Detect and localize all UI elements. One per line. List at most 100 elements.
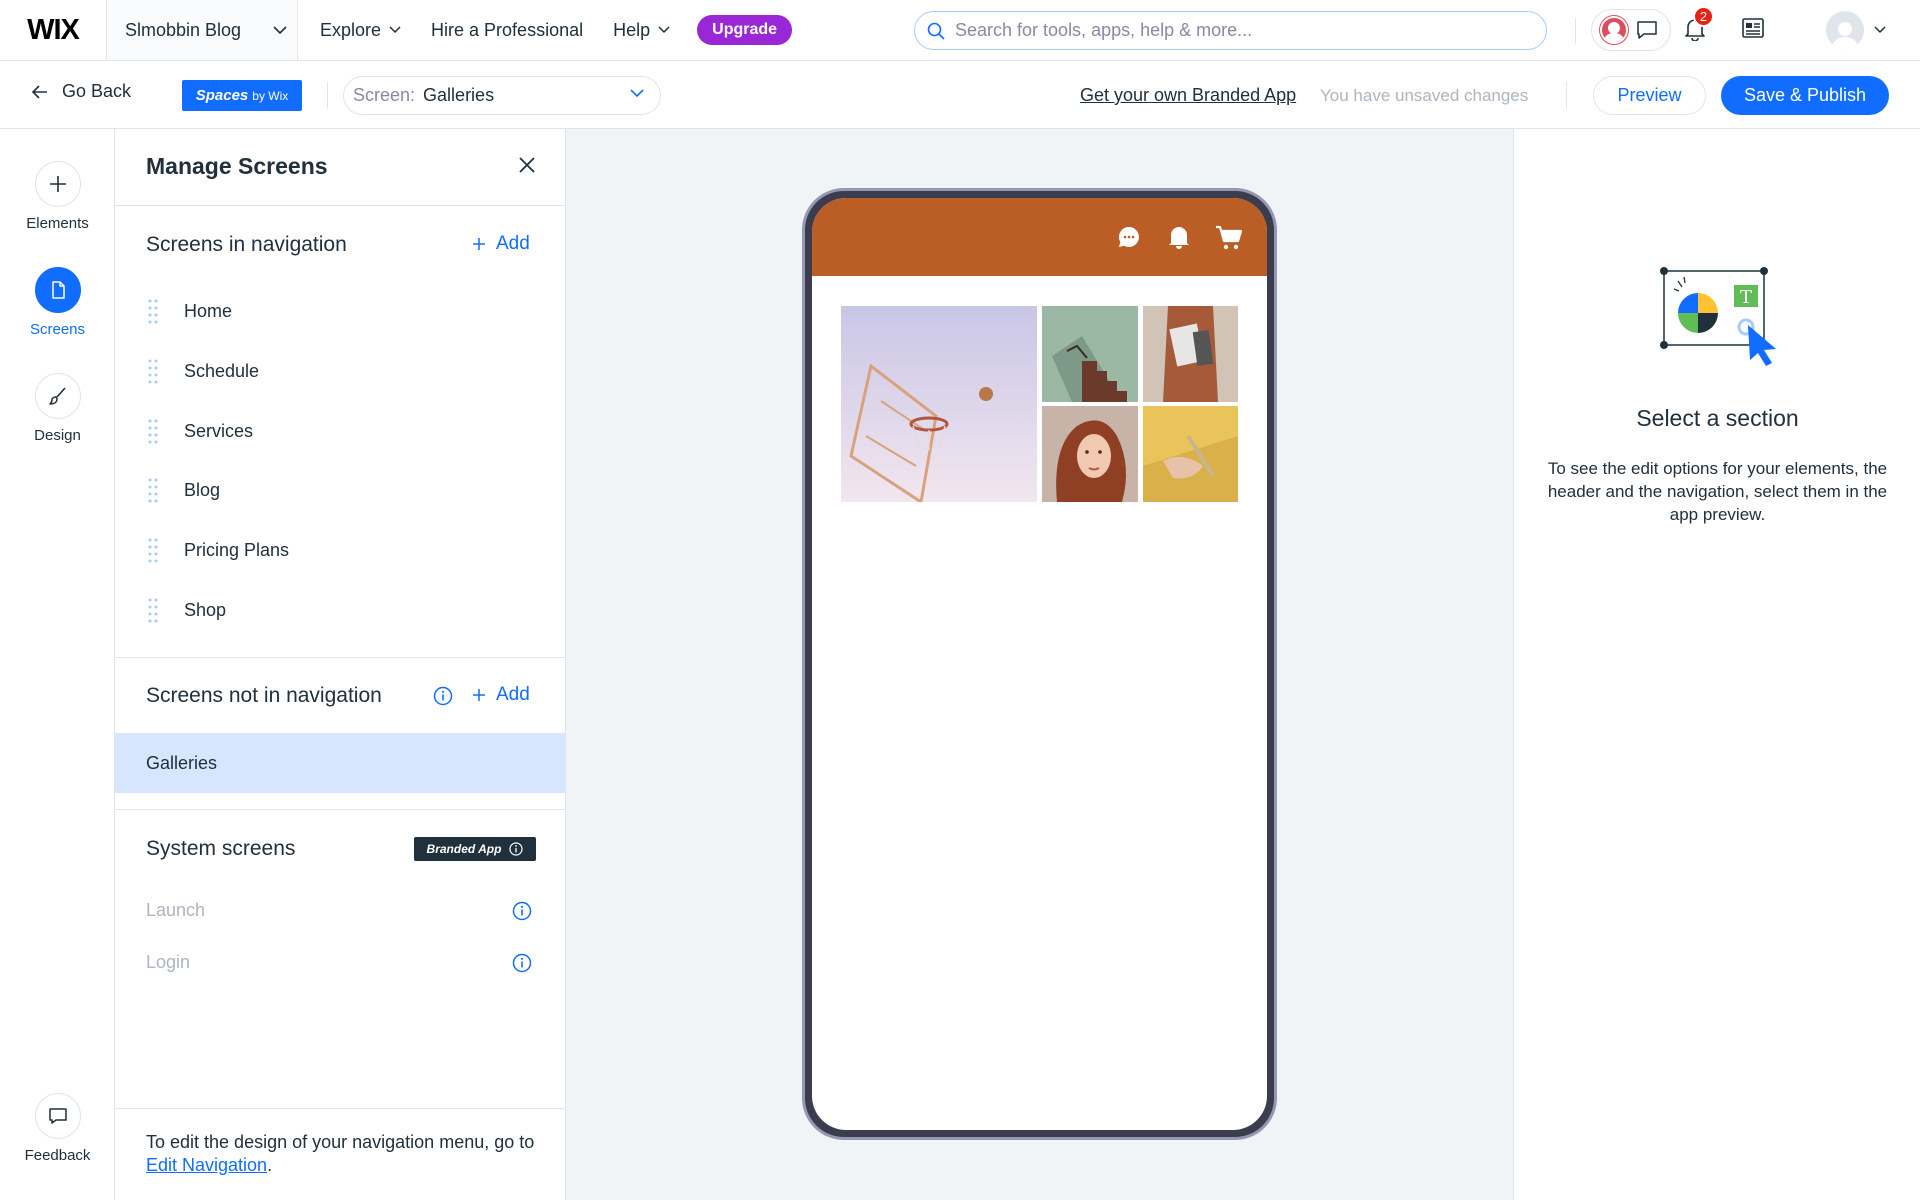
drag-handle-icon[interactable] [148,538,158,564]
wix-logo[interactable]: WIX [0,0,107,60]
top-bar: WIX Slmobbin Blog Explore Hire a Profess… [0,0,1920,61]
divider [327,82,328,109]
rail-item-label: Screens [29,321,86,338]
screen-select-value: Galleries [423,85,495,105]
drag-handle-icon[interactable] [148,299,158,325]
chat-icon [1117,225,1141,249]
properties-panel: T Select a section To see the edit optio… [1513,129,1920,1200]
plus-icon [472,237,486,251]
updates-icon[interactable] [1742,18,1764,38]
rail-item-screens[interactable]: Screens [0,267,115,338]
drag-handle-icon[interactable] [148,478,158,504]
panel-footer: To edit the design of your navigation me… [115,1108,566,1200]
section-title-in-nav: Screens in navigation [146,233,347,256]
phone-screen[interactable] [812,198,1267,1130]
upgrade-button[interactable]: Upgrade [697,15,793,45]
add-nav-screen-button[interactable]: Add [472,233,530,255]
explore-menu[interactable]: Explore [305,0,416,60]
preview-button[interactable]: Preview [1593,76,1706,115]
screen-label: Services [184,420,254,441]
plus-icon [34,161,81,207]
info-icon[interactable] [512,953,532,973]
info-icon[interactable] [433,686,453,706]
screen-select[interactable]: Screen: Galleries [343,76,661,115]
select-section-title: Select a section [1636,405,1799,431]
avatar [1826,11,1864,49]
svg-text:T: T [1740,287,1752,308]
go-back-label: Go Back [62,81,132,101]
user-menu[interactable] [1826,11,1886,49]
system-screen-launch: Launch [146,900,206,920]
chevron-down-icon [658,26,670,34]
explore-label: Explore [320,19,382,40]
unsaved-status: You have unsaved changes [1320,86,1529,105]
info-icon[interactable] [509,842,524,856]
search-bar[interactable] [914,11,1547,50]
help-menu[interactable]: Help [598,0,685,60]
chevron-down-icon [389,26,401,34]
rail-item-design[interactable]: Design [0,373,115,444]
chevron-down-icon [273,25,287,35]
list-item[interactable]: Blog [115,460,566,520]
plus-icon [472,688,486,702]
list-item[interactable]: Pricing Plans [115,520,566,580]
page-icon [34,267,81,313]
notification-badge: 2 [1693,6,1714,27]
list-item[interactable]: Schedule [115,341,566,401]
screen-label: Schedule [184,360,260,381]
gallery-image-magazine[interactable] [1143,306,1238,402]
brush-icon [34,373,81,419]
gallery-image-hands[interactable] [1143,406,1238,502]
add-hidden-screen-button[interactable]: Add [472,684,530,706]
screen-label: Shop [184,599,227,620]
gallery-image-portrait[interactable] [1042,406,1138,502]
cart-icon [1215,225,1243,251]
screen-label: Home [184,300,233,321]
edit-navigation-link[interactable]: Edit Navigation [146,1155,267,1175]
branded-app-tag: Branded App [414,837,536,861]
gallery-grid[interactable] [841,306,1238,502]
drag-handle-icon[interactable] [148,419,158,445]
branded-app-link[interactable]: Get your own Branded App [1080,85,1296,106]
rail-item-label: Design [34,427,81,444]
chevron-down-icon [1874,26,1886,34]
rail-item-elements[interactable]: Elements [0,161,115,232]
collaborators-button[interactable] [1591,9,1671,51]
screen-label: Galleries [146,752,218,773]
info-icon[interactable] [512,901,532,921]
drag-handle-icon[interactable] [148,359,158,385]
add-label: Add [496,684,530,705]
site-name: Slmobbin Blog [125,19,242,40]
app-header[interactable] [812,198,1267,276]
phone-frame [802,188,1277,1140]
list-item[interactable]: Services [115,401,566,461]
help-label: Help [613,19,651,40]
spaces-brand: Spaces [195,87,249,104]
hire-professional-label: Hire a Professional [431,19,584,40]
section-title-system: System screens [146,837,296,860]
spaces-logo: Spaces by Wix [182,80,302,111]
divider [115,657,566,658]
search-input[interactable] [955,20,1515,41]
close-icon[interactable] [519,157,535,173]
go-back-button[interactable]: Go Back [32,81,131,102]
screen-label: Pricing Plans [184,539,290,560]
preview-canvas [566,129,1513,1200]
spaces-by: by Wix [252,88,289,103]
add-label: Add [496,233,530,254]
list-item[interactable]: Home [115,281,566,341]
screen-select-label: Screen: [353,85,416,105]
list-item-selected[interactable]: Galleries [115,733,566,793]
feedback-button[interactable]: Feedback [0,1093,115,1164]
hire-professional-link[interactable]: Hire a Professional [416,0,598,60]
list-item[interactable]: Shop [115,580,566,640]
chevron-down-icon [630,89,644,98]
divider [115,809,566,810]
panel-title: Manage Screens [146,153,328,179]
gallery-image-stairs[interactable] [1042,306,1138,402]
rail-item-label: Elements [26,215,89,232]
site-switcher[interactable]: Slmobbin Blog [107,0,298,60]
gallery-image-basketball[interactable] [841,306,1037,502]
drag-handle-icon[interactable] [148,598,158,624]
save-publish-button[interactable]: Save & Publish [1721,76,1889,115]
